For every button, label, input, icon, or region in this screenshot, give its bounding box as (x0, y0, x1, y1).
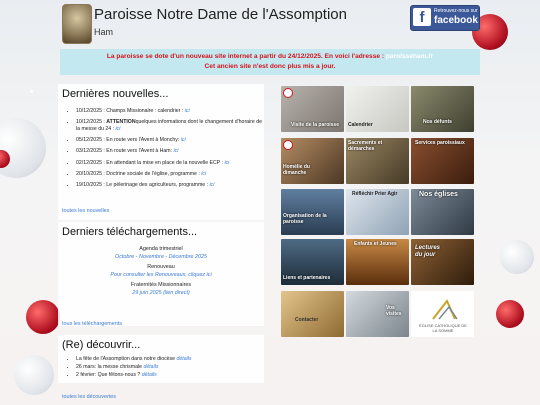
notice-banner: La paroisse se dote d'un nouveau site in… (60, 49, 480, 75)
all-discoveries-link[interactable]: toutes les découvertes (62, 394, 116, 400)
list-item: 10/12/2025 : Champs Missionaire : calend… (76, 108, 264, 115)
facebook-button[interactable]: f Retrouvez-nous sur facebook (410, 5, 480, 31)
notification-badge (283, 88, 293, 98)
downloads-panel: Derniers téléchargements... Agenda trime… (58, 222, 264, 326)
parish-logo[interactable] (62, 4, 92, 44)
news-list: 10/12/2025 : Champs Missionaire : calend… (58, 108, 264, 189)
list-item: 26 mars: la messe chrismale détails (76, 364, 264, 371)
tile-reflechir[interactable]: Réfléchir Prier Agir (346, 189, 409, 235)
all-downloads-link[interactable]: tous les téléchargements (62, 321, 122, 327)
tile-sacrements[interactable]: Sacrements et démarches (346, 138, 409, 184)
discover-link[interactable]: détails (176, 356, 191, 362)
news-link[interactable]: ici (185, 108, 190, 114)
tile-visites[interactable]: Vos visites (346, 291, 409, 337)
tile-organisation[interactable]: Organisation de la paroisse (281, 189, 344, 235)
tile-contacter[interactable]: Contacter (281, 291, 344, 337)
tile-enfants[interactable]: Enfants et Jeunes (346, 239, 409, 285)
notice-link[interactable]: paroisseham.fr (386, 53, 433, 60)
site-header: Paroisse Notre Dame de l'Assomption Ham … (0, 0, 540, 48)
facebook-caption: Retrouvez-nous sur (434, 8, 478, 14)
tile-label: Organisation de la paroisse (283, 213, 327, 225)
download-item: Fraternités Missionnaires 29 juin 2025 (l… (58, 282, 264, 296)
news-link[interactable]: ici (116, 126, 121, 132)
tile-calendrier[interactable]: Calendrier (346, 86, 409, 132)
tile-homelie[interactable]: Homélie du dimanche (281, 138, 344, 184)
notification-badge (283, 140, 293, 150)
tile-eglises[interactable]: Nos églises (411, 189, 474, 235)
facebook-icon: f (413, 8, 431, 26)
discover-panel: (Re) découvrir... La fête de l'Assomptio… (58, 335, 264, 383)
list-item: 2 février: Que fêtons-nous ? détails (76, 372, 264, 379)
list-item: La fête de l'Assomption dans notre diocè… (76, 356, 264, 363)
tile-liens[interactable]: Liens et partenaires (281, 239, 344, 285)
discover-list: La fête de l'Assomption dans notre diocè… (58, 356, 264, 378)
tile-diocese-logo[interactable]: ÉGLISE CATHOLIQUE DE LA SOMME (411, 291, 474, 337)
church-logo-icon (432, 299, 458, 320)
news-link[interactable]: ici (224, 160, 229, 166)
list-item: 10/12/2025 : ATTENTIONquelques informati… (76, 119, 264, 133)
news-heading: Dernières nouvelles... (62, 88, 169, 100)
list-item: 05/12/2025 : En route vers l'Avent à Mon… (76, 137, 264, 144)
tile-label: Vos visites (386, 305, 402, 317)
tile-label: Nos défunts (423, 119, 452, 125)
notice-line-2: Cet ancien site n'est donc plus mis a jo… (204, 63, 336, 70)
list-item: 20/10/2025 : Doctrine sociale de l'églis… (76, 171, 264, 178)
news-link[interactable]: ici (174, 148, 179, 154)
tile-visite[interactable]: Visite de la paroisse (281, 86, 344, 132)
tile-label: Calendrier (348, 122, 373, 128)
tile-label: Réfléchir Prier Agir (352, 191, 398, 197)
tile-services[interactable]: Services paroissiaux (411, 138, 474, 184)
news-link[interactable]: ici (210, 182, 215, 188)
discover-link[interactable]: détails (143, 364, 158, 370)
list-item: 19/10/2025 : Le pèlerinage des agriculte… (76, 182, 264, 189)
tile-label: Enfants et Jeunes (354, 241, 397, 247)
tile-label: Contacter (295, 317, 319, 323)
site-subtitle: Ham (94, 27, 114, 37)
site-title[interactable]: Paroisse Notre Dame de l'Assomption (94, 6, 347, 23)
tile-label: Homélie du dimanche (283, 164, 310, 176)
download-link[interactable]: Octobre - Novembre - Décembre 2025 (58, 254, 264, 260)
downloads-heading: Derniers téléchargements... (62, 226, 198, 238)
tile-lectures[interactable]: Lectures du jour (411, 239, 474, 285)
discover-heading: (Re) découvrir... (62, 339, 141, 351)
tile-label: Nos églises (419, 191, 458, 198)
notice-line-1: La paroisse se dote d'un nouveau site in… (106, 53, 386, 60)
download-item: Agenda trimestriel Octobre - Novembre - D… (58, 246, 264, 260)
list-item: 03/12/2025 : En route vers l'Avent à Ham… (76, 148, 264, 155)
news-panel: Dernières nouvelles... 10/12/2025 : Cham… (58, 84, 264, 220)
discover-link[interactable]: détails (142, 372, 157, 378)
download-link[interactable]: 29 juin 2025 (lien direct) (58, 290, 264, 296)
list-item: 02/12/2025 : En attendant la mise en pla… (76, 160, 264, 167)
news-link[interactable]: ici (201, 171, 206, 177)
tile-label: Sacrements et démarches (348, 140, 383, 152)
download-link[interactable]: Pour consulter les Renouveaux, cliquez i… (58, 272, 264, 278)
tile-label: Liens et partenaires (283, 275, 331, 281)
tile-label: ÉGLISE CATHOLIQUE DE LA SOMME (419, 323, 467, 333)
tile-label: Lectures du jour (415, 245, 441, 258)
attention-label: ATTENTION (106, 119, 136, 126)
all-news-link[interactable]: toutes les nouvelles (62, 208, 109, 214)
tile-label: Services paroissiaux (415, 140, 465, 146)
tile-defunts[interactable]: Nos défunts (411, 86, 474, 132)
news-link[interactable]: ici (181, 137, 186, 143)
download-item: Renouveau Pour consulter les Renouveaux, … (58, 264, 264, 278)
tile-label: Visite de la paroisse (291, 122, 339, 128)
facebook-label: facebook (434, 15, 478, 26)
